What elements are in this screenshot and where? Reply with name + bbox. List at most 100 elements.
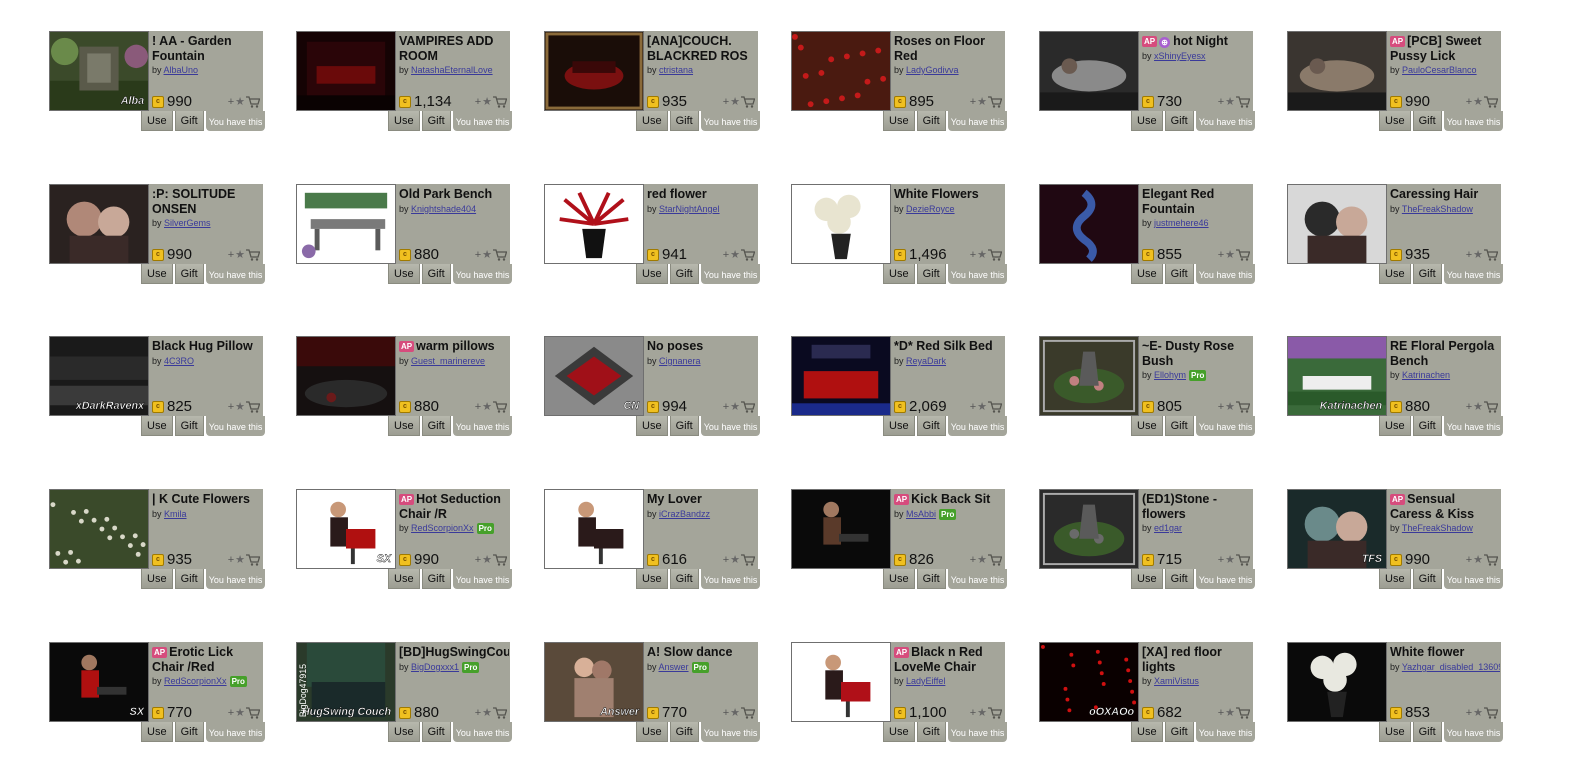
- use-button[interactable]: Use: [388, 569, 420, 589]
- gift-button[interactable]: Gift: [1412, 416, 1442, 436]
- star-icon[interactable]: ★: [1225, 706, 1235, 719]
- star-icon[interactable]: ★: [482, 400, 492, 413]
- cart-icon[interactable]: [246, 706, 260, 719]
- star-icon[interactable]: ★: [1225, 553, 1235, 566]
- product-thumbnail[interactable]: [1039, 489, 1139, 569]
- plus-icon[interactable]: +: [1218, 707, 1224, 719]
- plus-icon[interactable]: +: [228, 707, 234, 719]
- star-icon[interactable]: ★: [482, 248, 492, 261]
- star-icon[interactable]: ★: [235, 95, 245, 108]
- product-title[interactable]: VAMPIRES ADD ROOM: [399, 34, 509, 63]
- product-thumbnail[interactable]: [791, 31, 891, 111]
- product-title[interactable]: A! Slow dance: [647, 645, 757, 660]
- star-icon[interactable]: ★: [977, 706, 987, 719]
- cart-icon[interactable]: [741, 553, 755, 566]
- cart-icon[interactable]: [246, 248, 260, 261]
- product-title[interactable]: [XA] red floor lights: [1142, 645, 1252, 674]
- star-icon[interactable]: ★: [235, 553, 245, 566]
- creator-link[interactable]: DezieRoyce: [906, 204, 955, 214]
- star-icon[interactable]: ★: [1473, 400, 1483, 413]
- cart-icon[interactable]: [246, 95, 260, 108]
- cart-icon[interactable]: [1484, 553, 1498, 566]
- plus-icon[interactable]: +: [475, 401, 481, 413]
- product-thumbnail[interactable]: SX: [49, 642, 149, 722]
- creator-link[interactable]: NatashaEternalLove: [411, 65, 493, 75]
- creator-link[interactable]: AlbaUno: [164, 65, 199, 75]
- product-title[interactable]: *D* Red Silk Bed: [894, 339, 1004, 354]
- product-title[interactable]: AP Black n Red LoveMe Chair: [894, 645, 1004, 674]
- use-button[interactable]: Use: [1131, 416, 1163, 436]
- star-icon[interactable]: ★: [1473, 706, 1483, 719]
- use-button[interactable]: Use: [883, 111, 915, 131]
- product-thumbnail[interactable]: Katrinachen: [1287, 336, 1387, 416]
- gift-button[interactable]: Gift: [421, 111, 451, 131]
- creator-link[interactable]: StarNightAngel: [659, 204, 720, 214]
- product-title[interactable]: Caressing Hair: [1390, 187, 1500, 202]
- gift-button[interactable]: Gift: [916, 264, 946, 284]
- star-icon[interactable]: ★: [977, 248, 987, 261]
- gift-button[interactable]: Gift: [916, 416, 946, 436]
- creator-link[interactable]: RedScorpionXx: [164, 676, 227, 686]
- product-title[interactable]: (ED1)Stone - flowers: [1142, 492, 1252, 521]
- product-thumbnail[interactable]: [791, 184, 891, 264]
- creator-link[interactable]: 4C3RO: [164, 356, 194, 366]
- creator-link[interactable]: ctristana: [659, 65, 693, 75]
- use-button[interactable]: Use: [1131, 569, 1163, 589]
- cart-icon[interactable]: [1484, 706, 1498, 719]
- gift-button[interactable]: Gift: [421, 569, 451, 589]
- star-icon[interactable]: ★: [1225, 248, 1235, 261]
- creator-link[interactable]: Guest_marinereve: [411, 356, 485, 366]
- star-icon[interactable]: ★: [235, 248, 245, 261]
- plus-icon[interactable]: +: [1218, 401, 1224, 413]
- gift-button[interactable]: Gift: [1164, 416, 1194, 436]
- creator-link[interactable]: MsAbbi: [906, 509, 936, 519]
- plus-icon[interactable]: +: [723, 707, 729, 719]
- cart-icon[interactable]: [1236, 248, 1250, 261]
- use-button[interactable]: Use: [1379, 722, 1411, 742]
- cart-icon[interactable]: [988, 553, 1002, 566]
- use-button[interactable]: Use: [141, 416, 173, 436]
- product-title[interactable]: red flower: [647, 187, 757, 202]
- creator-link[interactable]: SilverGems: [164, 218, 211, 228]
- product-title[interactable]: AP [PCB] Sweet Pussy Lick: [1390, 34, 1500, 63]
- creator-link[interactable]: TheFreakShadow: [1402, 204, 1473, 214]
- creator-link[interactable]: ed1gar: [1154, 523, 1182, 533]
- product-title[interactable]: AP warm pillows: [399, 339, 509, 354]
- plus-icon[interactable]: +: [723, 401, 729, 413]
- product-title[interactable]: [ANA]COUCH. BLACKRED ROS: [647, 34, 757, 63]
- gift-button[interactable]: Gift: [421, 722, 451, 742]
- cart-icon[interactable]: [493, 400, 507, 413]
- use-button[interactable]: Use: [636, 264, 668, 284]
- cart-icon[interactable]: [988, 95, 1002, 108]
- cart-icon[interactable]: [988, 248, 1002, 261]
- gift-button[interactable]: Gift: [1164, 722, 1194, 742]
- cart-icon[interactable]: [493, 95, 507, 108]
- creator-link[interactable]: BigDogxxx1: [411, 662, 459, 672]
- product-thumbnail[interactable]: SX: [296, 489, 396, 569]
- star-icon[interactable]: ★: [730, 400, 740, 413]
- product-thumbnail[interactable]: Answer: [544, 642, 644, 722]
- gift-button[interactable]: Gift: [916, 722, 946, 742]
- product-thumbnail[interactable]: [1287, 31, 1387, 111]
- gift-button[interactable]: Gift: [174, 722, 204, 742]
- product-title[interactable]: Old Park Bench: [399, 187, 509, 202]
- plus-icon[interactable]: +: [475, 96, 481, 108]
- plus-icon[interactable]: +: [723, 96, 729, 108]
- gift-button[interactable]: Gift: [421, 416, 451, 436]
- creator-link[interactable]: RedScorpionXx: [411, 523, 474, 533]
- use-button[interactable]: Use: [1379, 569, 1411, 589]
- cart-icon[interactable]: [1484, 400, 1498, 413]
- cart-icon[interactable]: [741, 248, 755, 261]
- plus-icon[interactable]: +: [723, 249, 729, 261]
- use-button[interactable]: Use: [1131, 264, 1163, 284]
- use-button[interactable]: Use: [388, 111, 420, 131]
- gift-button[interactable]: Gift: [174, 264, 204, 284]
- plus-icon[interactable]: +: [475, 554, 481, 566]
- product-title[interactable]: | K Cute Flowers: [152, 492, 262, 507]
- product-title[interactable]: White flower: [1390, 645, 1500, 660]
- star-icon[interactable]: ★: [1473, 553, 1483, 566]
- creator-link[interactable]: Answer: [659, 662, 689, 672]
- product-thumbnail[interactable]: [544, 31, 644, 111]
- gift-button[interactable]: Gift: [174, 569, 204, 589]
- cart-icon[interactable]: [246, 400, 260, 413]
